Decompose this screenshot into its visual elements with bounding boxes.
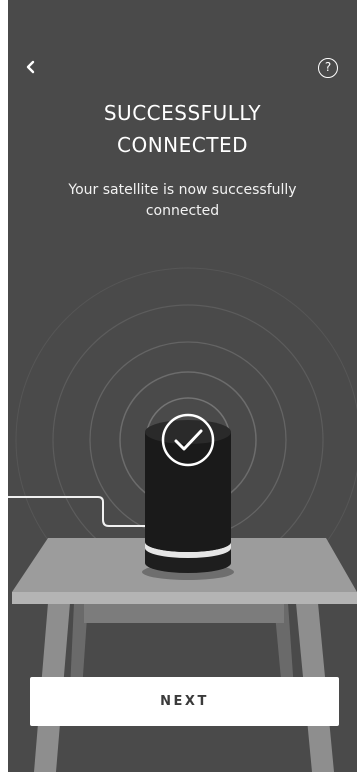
next-button[interactable]: NEXT — [30, 677, 339, 726]
table-apron — [84, 603, 284, 623]
help-button[interactable]: ? — [318, 58, 338, 78]
back-button[interactable] — [18, 54, 44, 80]
status-message: Your satellite is now successfully conne… — [38, 180, 327, 222]
title-line-2: CONNECTED — [117, 133, 248, 157]
page-title: SUCCESSFULLY CONNECTED — [8, 97, 357, 161]
question-circle-icon: ? — [324, 60, 332, 74]
table-top-edge — [12, 592, 357, 604]
power-cable — [8, 496, 148, 527]
device-body — [145, 432, 231, 552]
app-screen: ? SUCCESSFULLY CONNECTED Your satellite … — [8, 0, 357, 772]
status-message-line-1: Your satellite is now successfully — [68, 182, 297, 198]
device-top — [145, 420, 231, 444]
title-line-1: SUCCESSFULLY — [103, 101, 262, 125]
status-message-line-2: connected — [145, 203, 220, 219]
chevron-left-icon — [26, 60, 35, 74]
